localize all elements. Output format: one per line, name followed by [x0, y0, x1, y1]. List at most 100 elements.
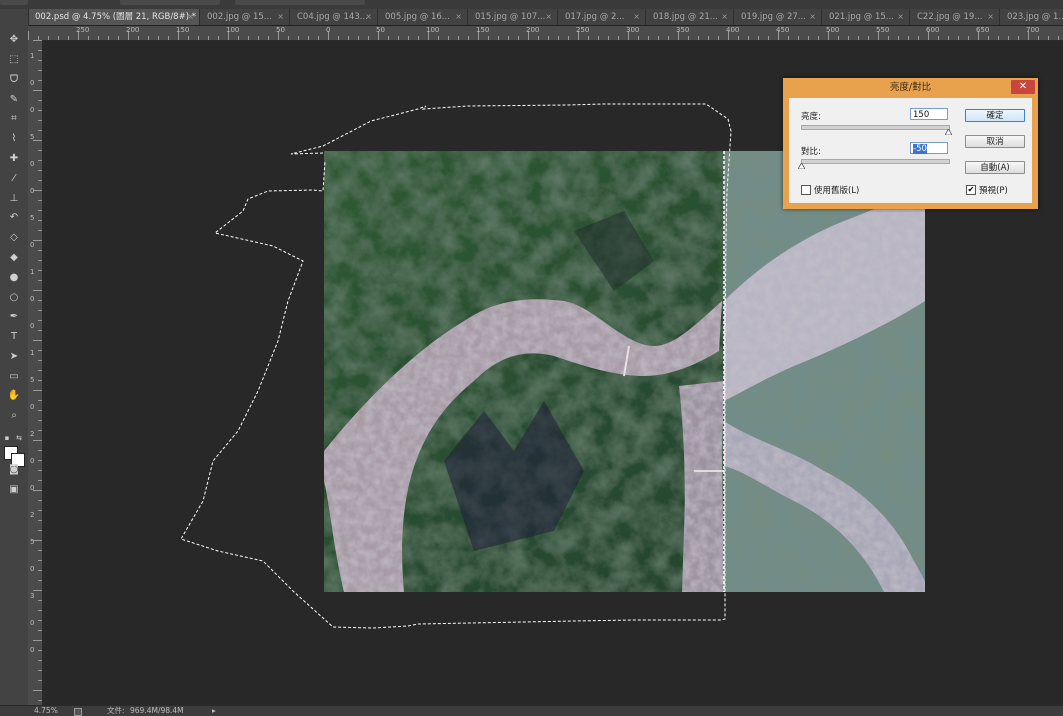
ruler-tick — [468, 36, 469, 40]
document-tab[interactable]: 002.jpg @ 15... × — [200, 9, 290, 25]
document-tab[interactable]: 019.jpg @ 27... × — [734, 9, 822, 25]
default-colors-icon[interactable]: ▪ — [2, 434, 12, 442]
tab-close-icon[interactable]: × — [897, 9, 904, 25]
ruler-tick — [668, 36, 669, 40]
document-tab[interactable]: 023.jpg @ 1...× — [1000, 9, 1063, 25]
ruler-tick — [38, 700, 42, 701]
contrast-slider-thumb[interactable] — [797, 163, 805, 169]
ruler-label: 0 — [30, 106, 35, 114]
history-brush-tool-icon[interactable]: ↶ — [4, 209, 24, 226]
ruler-tick — [868, 36, 869, 40]
horizontal-ruler: 250 200 150 100 50 0 50 100 150 200 250 300 350 400 45… — [28, 26, 1063, 41]
eyedropper-tool-icon[interactable]: ⌇ — [4, 130, 24, 147]
ruler-tick — [38, 150, 42, 151]
tab-close-icon[interactable]: × — [365, 9, 372, 25]
document-canvas[interactable]: 亮度/對比 ✕ 亮度: 150 對比: -50 使用舊版(L) 確定 取消 自動… — [43, 41, 1063, 705]
ruler-tick — [38, 480, 42, 481]
ruler-tick — [538, 36, 539, 40]
ruler-tick — [38, 180, 42, 181]
ruler-tick — [638, 36, 639, 40]
brightness-slider-track[interactable] — [801, 125, 950, 130]
ok-button[interactable]: 確定 — [965, 109, 1025, 122]
tab-close-icon[interactable]: × — [809, 9, 816, 25]
screen-mode-icon[interactable]: ▣ — [4, 481, 24, 498]
tab-close-icon[interactable]: × — [545, 9, 552, 25]
quick-select-tool-icon[interactable]: ✎ — [4, 91, 24, 108]
ruler-tick — [38, 280, 42, 281]
blur-tool-icon[interactable]: ● — [4, 269, 24, 286]
tab-close-icon[interactable]: × — [187, 9, 194, 25]
zoom-tool-icon[interactable]: ⌕ — [4, 407, 24, 424]
document-tab[interactable]: 005.jpg @ 16... × — [378, 9, 468, 25]
ruler-tick — [958, 36, 959, 40]
contrast-input[interactable]: -50 — [910, 142, 948, 154]
lasso-tool-icon[interactable]: ᗜ — [4, 71, 24, 88]
move-tool-icon[interactable]: ✥ — [4, 31, 24, 48]
rectangle-tool-icon[interactable]: ▭ — [4, 368, 24, 385]
eraser-tool-icon[interactable]: ◇ — [4, 229, 24, 246]
ruler-tick — [408, 36, 409, 40]
ruler-label: 150 — [176, 26, 190, 34]
swap-colors-icon[interactable]: ⇆ — [14, 434, 24, 442]
ruler-label: 0 — [30, 322, 35, 330]
options-bar-segment — [235, 0, 365, 5]
ruler-tick — [38, 400, 42, 401]
document-tab[interactable]: 018.jpg @ 21... × — [646, 9, 734, 25]
document-tab-label: 002.jpg @ 15... — [207, 12, 272, 22]
ruler-tick — [558, 36, 559, 40]
brush-tool-icon[interactable]: ⁄ — [4, 170, 24, 187]
tab-close-icon[interactable]: × — [277, 9, 284, 25]
tab-close-icon[interactable]: × — [633, 9, 640, 25]
options-bar-edge — [0, 0, 1063, 9]
brightness-slider-thumb[interactable] — [944, 129, 952, 135]
tab-close-icon[interactable]: × — [721, 9, 728, 25]
ruler-tick — [748, 36, 749, 40]
photoshop-window: 002.psd @ 4.75% (圖層 21, RGB/8#) * × 002.jp… — [0, 0, 1063, 716]
ruler-tick — [348, 36, 349, 40]
ruler-tick — [38, 310, 42, 311]
document-tab[interactable]: 021.jpg @ 15... × — [822, 9, 910, 25]
legacy-label[interactable]: 使用舊版(L) — [814, 184, 859, 196]
legacy-checkbox[interactable] — [801, 185, 811, 195]
tab-close-icon[interactable]: × — [455, 9, 462, 25]
ruler-tick — [238, 36, 239, 40]
dialog-title[interactable]: 亮度/對比 — [783, 78, 1038, 97]
brightness-input[interactable]: 150 — [910, 108, 948, 120]
ruler-label: 250 — [576, 26, 590, 34]
document-tab[interactable]: C04.jpg @ 143... × — [290, 9, 378, 25]
clone-stamp-tool-icon[interactable]: ⊥ — [4, 190, 24, 207]
paint-bucket-tool-icon[interactable]: ◆ — [4, 249, 24, 266]
ruler-tick — [308, 36, 309, 40]
document-tab[interactable]: 015.jpg @ 107... × — [468, 9, 558, 25]
pen-tool-icon[interactable]: ✒ — [4, 308, 24, 325]
hand-tool-icon[interactable]: ✋ — [4, 387, 24, 404]
ruler-tick — [58, 36, 59, 40]
crop-tool-icon[interactable]: ⌗ — [4, 110, 24, 127]
ruler-label: 200 — [526, 26, 540, 34]
close-button[interactable]: ✕ — [1011, 80, 1035, 94]
document-tab[interactable]: 002.psd @ 4.75% (圖層 21, RGB/8#) * × — [28, 9, 200, 25]
brightness-label: 亮度: — [801, 112, 821, 122]
ruler-tick — [38, 160, 42, 161]
auto-button[interactable]: 自動(A) — [965, 161, 1025, 174]
tab-close-icon[interactable]: × — [987, 9, 994, 25]
cancel-button[interactable]: 取消 — [965, 135, 1025, 148]
ruler-tick — [688, 36, 689, 40]
quick-mask-icon[interactable]: ◙ — [4, 461, 24, 478]
type-tool-icon[interactable]: T — [4, 328, 24, 345]
preview-label[interactable]: 預視(P) — [979, 184, 1008, 196]
ruler-tick — [38, 420, 42, 421]
path-select-tool-icon[interactable]: ➤ — [4, 348, 24, 365]
ruler-tick — [288, 36, 289, 40]
ruler-label: 250 — [76, 26, 90, 34]
marquee-tool-icon[interactable]: ⬚ — [4, 51, 24, 68]
document-tab[interactable]: 017.jpg @ 2... × — [558, 9, 646, 25]
healing-brush-tool-icon[interactable]: ✚ — [4, 150, 24, 167]
document-tab[interactable]: C22.jpg @ 19... × — [910, 9, 1000, 25]
ruler-tick — [38, 370, 42, 371]
contrast-slider-track[interactable] — [801, 159, 950, 164]
ruler-label: 0 — [30, 160, 35, 168]
dodge-tool-icon[interactable]: ○ — [4, 289, 24, 306]
preview-checkbox[interactable]: ✔ — [966, 185, 976, 195]
ruler-label: 0 — [326, 26, 331, 34]
